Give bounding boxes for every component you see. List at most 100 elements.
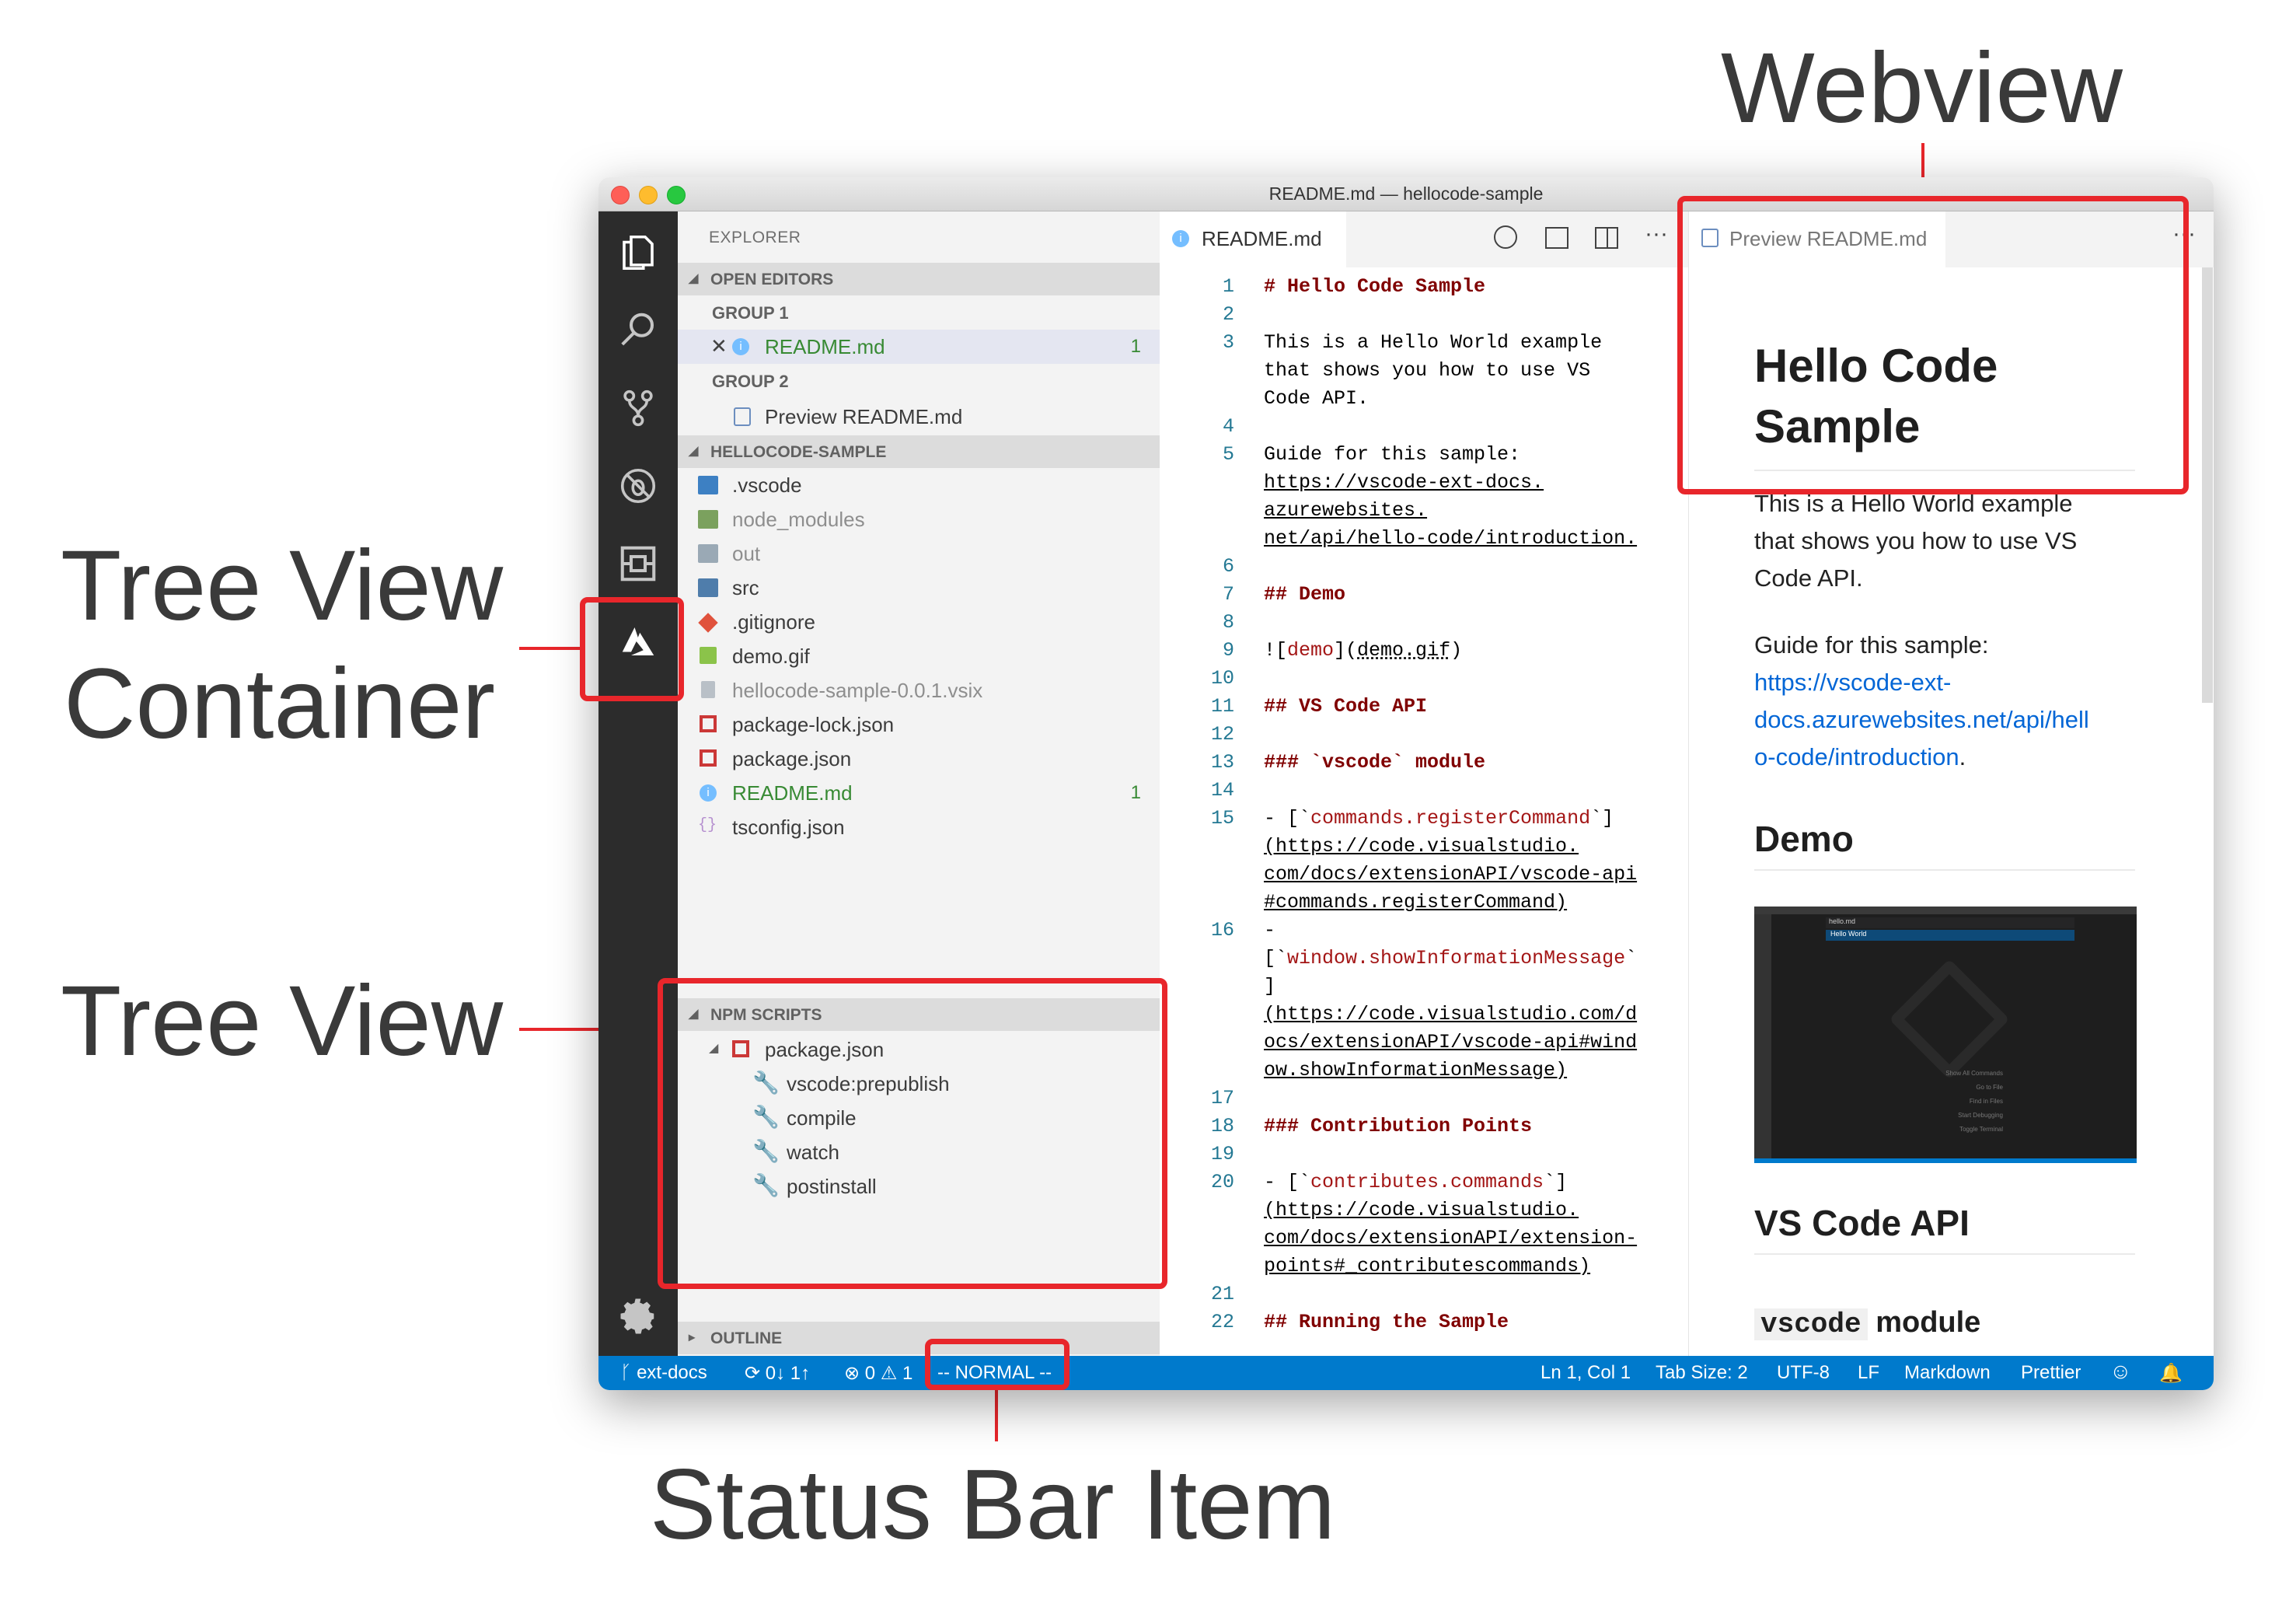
outline-section-header[interactable]: ▸ OUTLINE [678,1322,1160,1354]
files-icon[interactable] [616,230,661,275]
editor-tab-readme[interactable]: i README.md [1160,211,1346,267]
callout-tree-view-container-line2: Container [64,648,495,760]
info-icon: i [700,784,717,802]
code-link[interactable]: (https://code.visualstudio. [1264,1199,1579,1221]
file-item-src[interactable]: src [678,571,1160,605]
settings-gear-icon[interactable] [616,1294,661,1339]
file-item-out[interactable]: out [678,536,1160,571]
open-editor-preview-label: Preview README.md [765,405,963,428]
open-editors-label: OPEN EDITORS [710,271,834,288]
code-line[interactable]: that shows you how to use VS [1264,359,1590,382]
open-editor-readme[interactable]: ✕ i README.md 1 [678,330,1160,364]
open-editors-section-header[interactable]: ◢ OPEN EDITORS [678,263,1160,295]
preview-heading-demo: Demo [1754,819,1854,859]
cursor-position-item[interactable]: Ln 1, Col 1 [1541,1362,1631,1384]
inline-code: vscode [1754,1308,1868,1340]
problems-item[interactable]: ⊗ 0 ⚠ 1 [844,1362,912,1385]
warning-count: 1 [902,1363,913,1384]
file-item-node-modules[interactable]: node_modules [678,502,1160,536]
line-number: 16 [1210,919,1234,941]
code-link[interactable]: #commands.registerCommand) [1264,891,1567,914]
branch-item[interactable]: ᚴ ext-docs [620,1362,707,1384]
guide-link-line: o-code/introduction. [1754,739,2089,776]
extensions-icon[interactable] [616,541,661,586]
code-line[interactable]: - [`commands.registerCommand`] [1264,807,1614,830]
code-line[interactable]: ![demo](demo.gif) [1264,639,1462,662]
line-number: 7 [1222,583,1234,606]
code-link[interactable]: (https://code.visualstudio.com/d [1264,1003,1637,1025]
line-number: 14 [1210,779,1234,802]
code-link[interactable]: ow.showInformationMessage) [1264,1059,1567,1081]
line-number: 4 [1222,415,1234,438]
collapse-arrow-icon: ◢ [689,272,699,285]
file-item-tsconfig[interactable]: {} tsconfig.json [678,810,1160,844]
search-icon[interactable] [616,308,661,353]
sync-item[interactable]: ⟳ 0↓ 1↑ [745,1362,810,1385]
open-changes-icon[interactable] [1494,225,1517,249]
file-item-package-lock[interactable]: package-lock.json [678,707,1160,742]
code-line[interactable]: - [1264,919,1275,941]
code-line[interactable]: ## VS Code API [1264,695,1427,718]
file-item-vsix[interactable]: hellocode-sample-0.0.1.vsix [678,673,1160,707]
prettier-item[interactable]: Prettier [2021,1362,2081,1384]
demo-activity-bar [1754,914,1771,1158]
file-item-demo-gif[interactable]: demo.gif [678,639,1160,673]
source-control-icon[interactable] [616,386,661,431]
file-item-vscode[interactable]: .vscode [678,468,1160,502]
code-line[interactable]: Code API. [1264,387,1369,410]
debug-icon[interactable] [616,463,661,508]
open-preview-to-side-icon[interactable] [1545,227,1568,249]
guide-link[interactable]: https://vscode-ext- [1754,664,2089,701]
file-item-readme[interactable]: i README.md 1 [678,776,1160,810]
sync-icon: ⟳ [745,1363,761,1384]
close-editor-icon[interactable]: ✕ [710,334,728,358]
code-link[interactable]: azurewebsites. [1264,499,1427,522]
code-line[interactable]: This is a Hello World example [1264,331,1602,354]
guide-link[interactable]: docs.azurewebsites.net/api/hell [1754,701,2089,739]
highlight-tree-view [658,978,1167,1289]
code-link[interactable]: https://vscode-ext-docs. [1264,471,1544,494]
module-heading-text: module [1876,1306,1981,1339]
code-link[interactable]: ocs/extensionAPI/vscode-api#wind [1264,1031,1637,1053]
code-link[interactable]: com/docs/extensionAPI/vscode-api [1264,863,1637,886]
code-line[interactable]: - [`contributes.commands`] [1264,1171,1567,1193]
markdown-editor: i README.md ··· 1 2 3 4 5 6 7 8 9 10 11 … [1160,211,1688,1356]
open-editor-readme-label: README.md [765,335,885,358]
split-editor-icon[interactable] [1595,227,1618,249]
demo-menu-item: Show All Commands [1945,1070,2003,1077]
line-number: 6 [1222,555,1234,578]
more-actions-icon[interactable]: ··· [1645,221,1668,247]
code-link[interactable]: (https://code.visualstudio. [1264,835,1579,858]
guide-link[interactable]: o-code/introduction [1754,743,1959,770]
code-token: contributes.commands [1310,1171,1544,1193]
preview-scrollbar[interactable] [2202,267,2213,703]
file-item-gitignore[interactable]: .gitignore [678,605,1160,639]
code-line[interactable]: # Hello Code Sample [1264,275,1485,298]
feedback-smiley-icon[interactable]: ☺ [2109,1359,2132,1384]
preview-heading-vscode-api: VS Code API [1754,1203,1970,1243]
demo-menu-item: Go to File [1976,1084,2003,1091]
eol-item[interactable]: LF [1858,1362,1879,1384]
code-link[interactable]: points#_contributescommands) [1264,1255,1590,1277]
file-item-package-json[interactable]: package.json [678,742,1160,776]
encoding-item[interactable]: UTF-8 [1777,1362,1830,1384]
error-count: 0 [864,1363,876,1384]
code-line[interactable]: ] [1264,975,1275,997]
language-mode-item[interactable]: Markdown [1904,1362,1991,1384]
info-icon: i [1172,230,1189,247]
code-line[interactable]: ## Running the Sample [1264,1311,1509,1333]
notifications-bell-icon[interactable]: 🔔 [2159,1362,2183,1385]
project-label: HELLOCODE-SAMPLE [710,443,887,461]
code-line[interactable]: ## Demo [1264,583,1345,606]
code-link[interactable]: net/api/hello-code/introduction. [1264,527,1637,550]
link-period: . [1959,743,1966,770]
code-link[interactable]: com/docs/extensionAPI/extension- [1264,1227,1637,1249]
tab-size-item[interactable]: Tab Size: 2 [1656,1362,1748,1384]
code-line[interactable]: Guide for this sample: [1264,443,1520,466]
code-line[interactable]: ### `vscode` module [1264,751,1485,774]
open-editor-preview-readme[interactable]: Preview README.md [678,400,1160,434]
code-line[interactable]: ### Contribution Points [1264,1115,1532,1137]
code-line[interactable]: [`window.showInformationMessage` [1264,947,1637,969]
project-section-header[interactable]: ◢ HELLOCODE-SAMPLE [678,435,1160,468]
npm-icon [700,749,717,767]
